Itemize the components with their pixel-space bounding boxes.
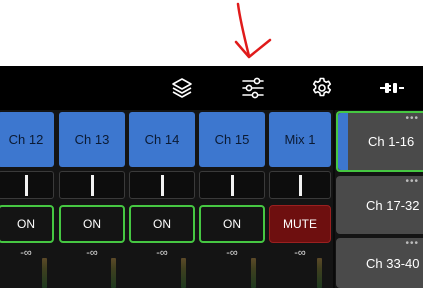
level-meter	[181, 258, 186, 288]
bank-button-ch-33-40[interactable]: Ch 33-40 •••	[336, 238, 423, 288]
pan-control[interactable]	[269, 171, 331, 199]
pan-indicator	[231, 175, 234, 196]
channel-strip: Ch 13 ON -∞	[59, 110, 125, 288]
more-options-icon[interactable]: •••	[405, 177, 419, 187]
pan-indicator	[161, 175, 164, 196]
channel-name-button[interactable]: Ch 15	[199, 112, 265, 167]
mix-name-button[interactable]: Mix 1	[269, 112, 331, 167]
more-options-icon[interactable]: •••	[405, 239, 419, 249]
pan-control[interactable]	[199, 171, 265, 199]
level-meter	[111, 258, 116, 288]
level-readout: -∞	[294, 247, 306, 259]
channel-on-button[interactable]: ON	[199, 205, 265, 243]
mix-mute-button[interactable]: MUTE	[269, 205, 331, 243]
sidebar-divider	[333, 110, 335, 288]
pan-control[interactable]	[0, 171, 54, 199]
channel-strip: Ch 15 ON -∞	[199, 110, 265, 288]
level-meter	[317, 258, 322, 288]
bank-accent	[338, 113, 348, 170]
bank-button-ch-17-32[interactable]: Ch 17-32 •••	[336, 176, 423, 234]
channel-strip: Ch 12 ON -∞	[0, 110, 54, 288]
more-options-icon[interactable]: •••	[405, 114, 419, 124]
arrow-down-icon	[234, 2, 272, 59]
channel-name-button[interactable]: Ch 14	[129, 112, 195, 167]
channel-on-button[interactable]: ON	[129, 205, 195, 243]
channel-strip: Ch 14 ON -∞	[129, 110, 195, 288]
channel-on-button[interactable]: ON	[0, 205, 54, 243]
gear-icon[interactable]	[306, 72, 338, 104]
pan-control[interactable]	[59, 171, 125, 199]
bank-button-ch-1-16[interactable]: Ch 1-16 •••	[336, 111, 423, 172]
mix-strip: Mix 1 MUTE -∞	[269, 110, 331, 288]
top-toolbar	[0, 66, 423, 110]
pan-control[interactable]	[129, 171, 195, 199]
channel-name-button[interactable]: Ch 13	[59, 112, 125, 167]
pan-indicator	[91, 175, 94, 196]
layers-icon[interactable]	[166, 72, 198, 104]
sliders-icon[interactable]	[237, 72, 269, 104]
level-meter	[251, 258, 256, 288]
channel-name-button[interactable]: Ch 12	[0, 112, 54, 167]
channel-on-button[interactable]: ON	[59, 205, 125, 243]
level-meter	[42, 258, 47, 288]
pan-indicator	[299, 175, 302, 196]
pan-indicator	[25, 175, 28, 196]
plug-connector-icon[interactable]	[376, 72, 408, 104]
